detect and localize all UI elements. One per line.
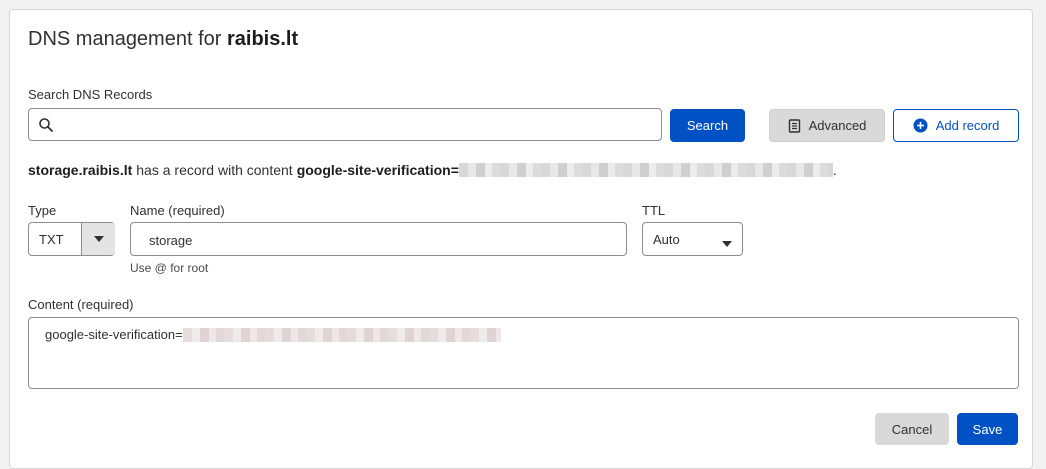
type-label: Type: [28, 203, 57, 218]
page-title-domain: raibis.lt: [226, 28, 299, 50]
page-title-prefix: DNS management for: [28, 28, 222, 50]
dns-management-card: DNS management for raibis.lt Search DNS …: [9, 9, 1033, 469]
record-summary: storage.raibis.lt has a record with cont…: [28, 162, 837, 178]
cancel-button-label: Cancel: [891, 421, 933, 437]
chevron-down-icon[interactable]: [81, 223, 115, 255]
content-label: Content (required): [28, 297, 134, 312]
cancel-button[interactable]: Cancel: [875, 413, 949, 445]
type-select-value: TXT: [39, 232, 64, 247]
name-input[interactable]: [147, 230, 621, 250]
search-input[interactable]: [61, 111, 655, 139]
redacted-content: [182, 327, 501, 342]
summary-content-prefix: google-site-verification=: [296, 162, 459, 178]
content-text: google-site-verification=: [45, 327, 501, 342]
search-button-label: Search: [686, 118, 729, 133]
save-button[interactable]: Save: [957, 413, 1018, 445]
ttl-select-value: Auto: [653, 232, 680, 247]
search-button[interactable]: Search: [670, 109, 745, 142]
advanced-button-label: Advanced: [808, 118, 867, 133]
document-icon: [788, 118, 801, 133]
plus-circle-icon: [913, 118, 928, 133]
summary-end: .: [832, 162, 837, 178]
ttl-label: TTL: [642, 203, 666, 218]
name-hint: Use @ for root: [130, 261, 209, 275]
search-field[interactable]: [28, 108, 662, 141]
add-record-button[interactable]: Add record: [893, 109, 1019, 142]
save-button-label: Save: [972, 421, 1003, 437]
add-record-button-label: Add record: [935, 118, 1000, 133]
summary-record-name: storage.raibis.lt: [28, 162, 133, 178]
search-label: Search DNS Records: [28, 87, 153, 102]
name-field[interactable]: [130, 222, 627, 256]
chevron-down-icon: [722, 235, 732, 250]
ttl-select[interactable]: Auto: [642, 222, 743, 256]
summary-middle-text: has a record with content: [136, 162, 293, 178]
content-textarea[interactable]: google-site-verification=: [28, 317, 1019, 389]
advanced-button[interactable]: Advanced: [769, 109, 885, 142]
search-icon: [38, 117, 54, 133]
redacted-content: [458, 163, 833, 177]
page-title: DNS management for raibis.lt: [28, 28, 298, 51]
type-select[interactable]: TXT: [28, 222, 115, 256]
name-label: Name (required): [130, 203, 225, 218]
content-prefix: google-site-verification=: [45, 327, 183, 342]
